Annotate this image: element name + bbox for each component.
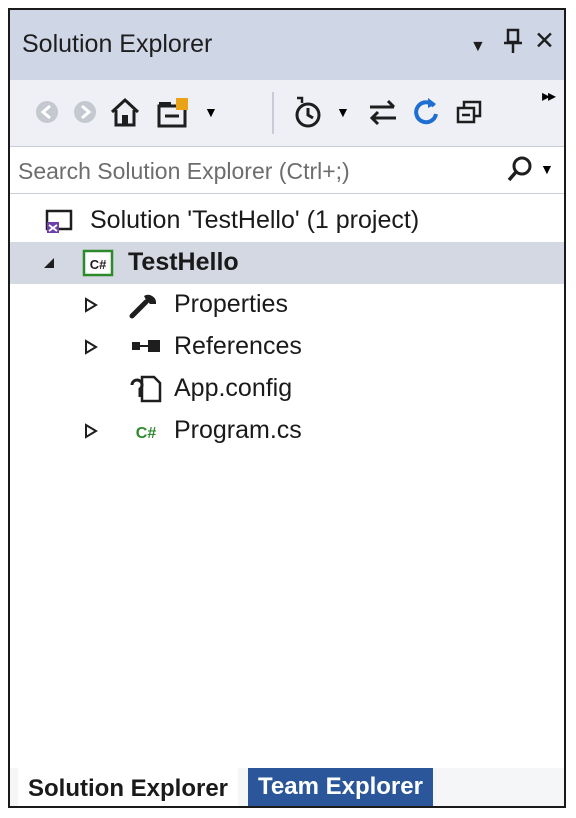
csharp-file-icon: C# (136, 425, 157, 442)
back-icon[interactable] (32, 94, 62, 130)
toolbar-separator (272, 92, 274, 134)
expanded-arrow-icon[interactable] (42, 256, 56, 270)
toolbar: ▼ ▼ ▸▸ (10, 80, 564, 146)
collapsed-arrow-icon[interactable] (84, 297, 98, 313)
filter-dropdown-icon[interactable]: ▼ (336, 104, 350, 140)
svg-text:C#: C# (136, 425, 157, 442)
toolbar-overflow-icon[interactable]: ▸▸ (542, 86, 556, 122)
tree-item-program-cs[interactable]: C# Program.cs (10, 410, 564, 452)
solution-explorer-panel: Solution Explorer ▼ ✕ ▼ ▼ ▸▸ Search Solu… (8, 8, 566, 808)
switch-views-dropdown-icon[interactable]: ▼ (204, 104, 218, 140)
sync-arrows-icon[interactable] (366, 94, 400, 130)
panel-title: Solution Explorer (22, 30, 213, 58)
title-bar: Solution Explorer ▼ ✕ (10, 10, 564, 80)
tree-item-solution[interactable]: Solution 'TestHello' (1 project) (10, 200, 564, 242)
dropdown-icon[interactable]: ▼ (470, 32, 486, 62)
switch-views-icon[interactable] (156, 94, 194, 130)
tab-team-explorer[interactable]: Team Explorer (248, 768, 433, 806)
search-icon[interactable] (506, 155, 534, 185)
home-icon[interactable] (108, 94, 142, 130)
collapsed-arrow-icon[interactable] (84, 423, 98, 439)
search-box: ▼ (10, 146, 564, 194)
app-config-label: App.config (174, 374, 293, 402)
svg-text:C#: C# (90, 257, 107, 272)
pending-changes-filter-icon[interactable] (290, 94, 326, 130)
bottom-tab-strip: Solution Explorer Team Explorer (10, 768, 564, 806)
tree-item-project-testhello[interactable]: C# TestHello (10, 242, 564, 284)
csharp-project-icon: C# (82, 249, 114, 277)
solution-label: Solution 'TestHello' (1 project) (90, 206, 420, 234)
tree-item-app-config[interactable]: App.config (10, 368, 564, 410)
project-label: TestHello (128, 248, 239, 276)
references-icon (132, 340, 160, 352)
solution-icon (45, 209, 73, 233)
collapse-all-icon[interactable] (454, 94, 486, 130)
tree-item-references[interactable]: References (10, 326, 564, 368)
pin-icon[interactable] (502, 26, 524, 63)
properties-label: Properties (174, 290, 288, 318)
search-input[interactable] (16, 153, 490, 189)
program-cs-label: Program.cs (174, 416, 302, 444)
tab-solution-explorer[interactable]: Solution Explorer (18, 768, 239, 806)
collapsed-arrow-icon[interactable] (84, 339, 98, 355)
references-label: References (174, 332, 302, 360)
config-file-icon (130, 375, 162, 403)
wrench-icon (129, 294, 157, 319)
forward-icon[interactable] (70, 94, 100, 130)
tree-item-properties[interactable]: Properties (10, 284, 564, 326)
search-options-dropdown-icon[interactable]: ▼ (540, 161, 554, 177)
solution-tree: Solution 'TestHello' (1 project) C# Test… (10, 194, 564, 768)
close-icon[interactable]: ✕ (534, 26, 555, 56)
refresh-icon[interactable] (410, 94, 442, 130)
